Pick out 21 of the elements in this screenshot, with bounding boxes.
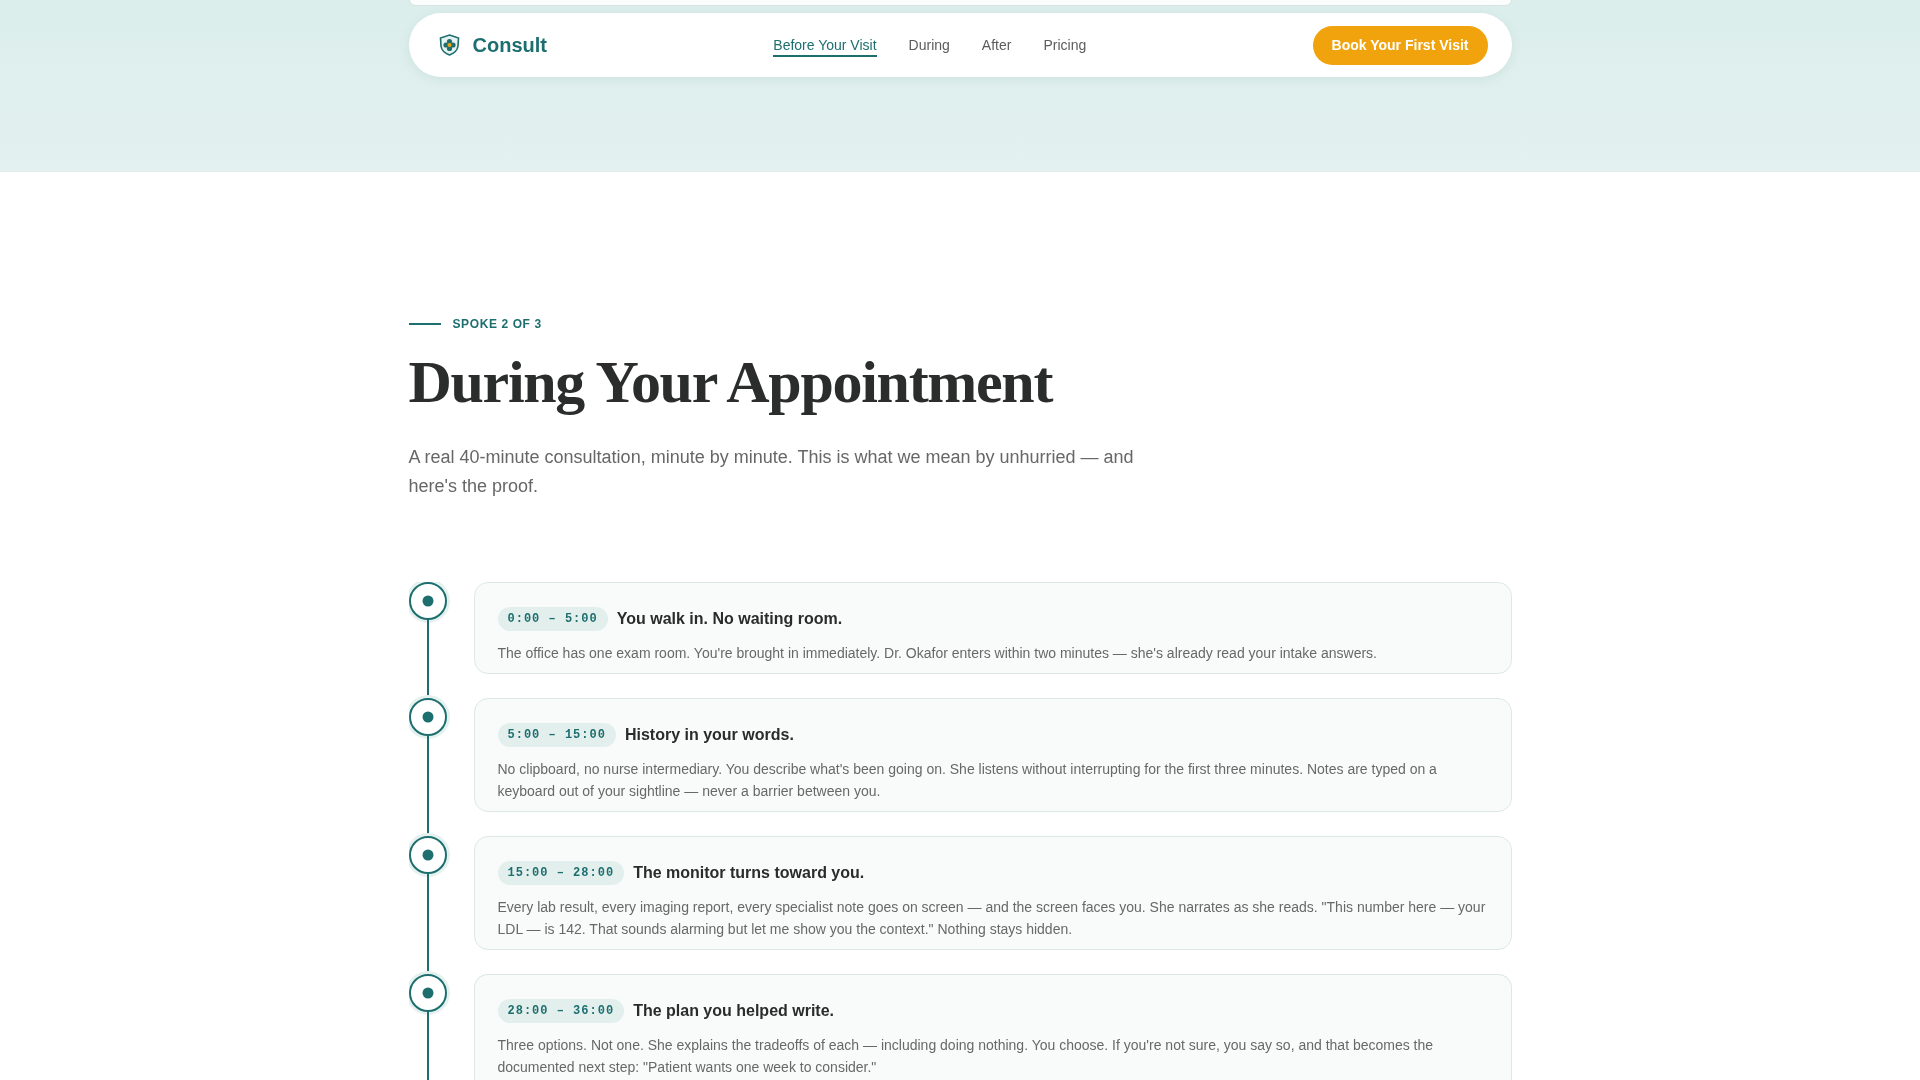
intro-text: A real 40-minute consultation, minute by minute. This is what we mean by unhurried — and here's the proof. xyxy=(408,446,1135,498)
page-title: During Your Appointment xyxy=(408,349,1053,415)
nav-link[interactable]: Before Your Visit xyxy=(773,33,877,57)
nav-link[interactable]: After xyxy=(981,33,1012,57)
step-title: The plan you helped write. xyxy=(633,1002,835,1020)
step-description: Three options. Not one. She explains the tradeoffs of each — including doing nothing. You choose. If you're not sure, you say so, and that becomes the documented next step: "Patient wants one week to consider." xyxy=(497,1036,1435,1077)
time-badge: 15:00 – 28:00 xyxy=(497,861,625,885)
step-title: History in your words. xyxy=(624,726,794,744)
step-description: No clipboard, no nurse intermediary. You describe what's been going on. She listens without interrupting for the first three minutes. Notes are typed on a keyboard out of your sightline — never a barrier between you. xyxy=(497,760,1438,801)
step-description: Every lab result, every imaging report, every specialist note goes on screen — and the screen faces you. She narrates as she reads. "This number here — your LDL — is 142. That sounds alarming but let me show you the context." Nothing stays hidden. xyxy=(497,898,1487,939)
step-title: The monitor turns toward you. xyxy=(633,864,865,882)
shield-icon xyxy=(438,34,460,56)
nav-link[interactable]: Pricing xyxy=(1043,33,1087,57)
logo-link[interactable]: Consult xyxy=(438,33,547,57)
time-badge: 28:00 – 36:00 xyxy=(497,999,625,1023)
time-badge: 5:00 – 15:00 xyxy=(497,723,616,747)
nav-link[interactable]: During xyxy=(908,33,950,57)
eyebrow-label: SPOKE 2 OF 3 xyxy=(452,317,542,331)
time-badge: 0:00 – 5:00 xyxy=(497,607,608,631)
step-title: You walk in. No waiting room. xyxy=(616,610,843,628)
step-description: The office has one exam room. You're brought in immediately. Dr. Okafor enters within two minutes — she's already read your intake answers. xyxy=(497,644,1378,663)
